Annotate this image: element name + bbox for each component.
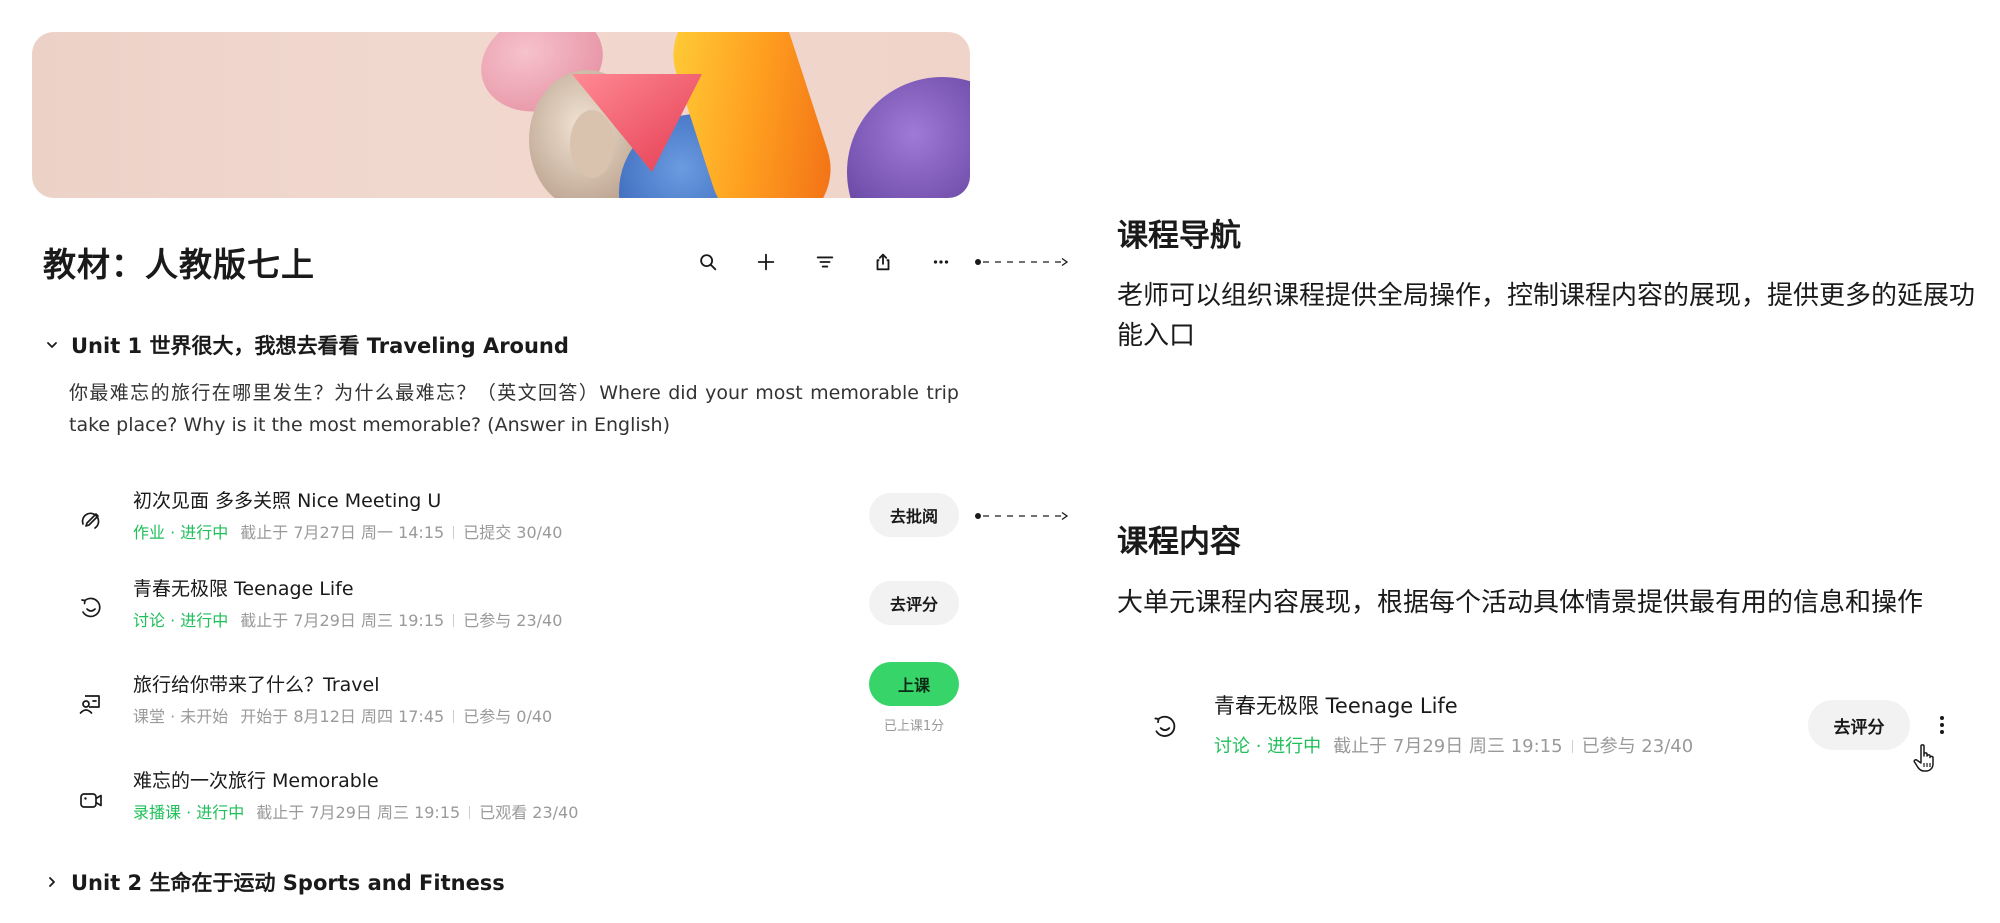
textbook-title: 教材：人教版七上 (43, 245, 315, 284)
discussion-icon (77, 594, 105, 622)
activity-deadline: 截止于 7月29日 周三 19:15 (256, 803, 461, 822)
filter-button[interactable] (807, 244, 843, 280)
activity-count: 已参与 23/40 (463, 611, 563, 630)
more-button[interactable] (923, 244, 959, 280)
activity-status: 录播课 · 进行中 (133, 803, 245, 822)
unit-1-description: 你最难忘的旅行在哪里发生？为什么最难忘？（英文回答）Where did your… (69, 382, 959, 436)
activity-name: 初次见面 多多关照 Nice Meeting U (133, 490, 442, 512)
activity-status: 课堂 · 未开始 (133, 707, 229, 726)
activity-count: 已参与 0/40 (463, 707, 553, 726)
meta-divider (1571, 740, 1573, 753)
unit-1-label: Unit 1 世界很大，我想去看看 Traveling Around (71, 334, 569, 358)
activity-status: 作业 · 进行中 (133, 523, 229, 542)
discussion-icon (1150, 712, 1180, 742)
plus-icon (757, 253, 775, 271)
dashed-arrow-icon (975, 257, 1069, 267)
share-button[interactable] (865, 244, 901, 280)
start-class-button[interactable]: 上课 (869, 662, 959, 706)
activity-meta: 讨论 · 进行中 截止于 7月29日 周三 19:15 已参与 23/40 (133, 607, 562, 631)
activity-name: 青春无极限 Teenage Life (133, 578, 354, 600)
meta-divider (453, 710, 455, 723)
share-icon (876, 253, 890, 271)
annotation-nav-title: 课程导航 (1117, 218, 1241, 254)
activity-row[interactable]: 初次见面 多多关照 Nice Meeting U 作业 · 进行中 截止于 7月2… (69, 486, 959, 556)
activity-meta: 讨论 · 进行中 截止于 7月29日 周三 19:15 已参与 23/40 (1214, 732, 1693, 758)
chevron-down-icon (43, 336, 61, 354)
annotation-pointer-nav (975, 257, 1071, 267)
meta-divider (453, 614, 455, 627)
grade-button[interactable]: 去评分 (1808, 700, 1910, 750)
annotation-content-title: 课程内容 (1117, 524, 1241, 560)
unit-1-header[interactable]: Unit 1 世界很大，我想去看看 Traveling Around (43, 330, 569, 360)
activity-row[interactable]: 旅行给你带来了什么？Travel 课堂 · 未开始 开始于 8月12日 周四 17… (69, 662, 959, 740)
search-button[interactable] (690, 244, 726, 280)
activity-name: 青春无极限 Teenage Life (1214, 694, 1458, 718)
activity-meta: 录播课 · 进行中 截止于 7月29日 周三 19:15 已观看 23/40 (133, 799, 578, 823)
annotation-content-description: 大单元课程内容展现，根据每个活动具体情景提供最有用的信息和操作 (1117, 588, 1924, 618)
activity-status: 讨论 · 进行中 (1214, 736, 1322, 757)
example-activity-row[interactable]: 青春无极限 Teenage Life 讨论 · 进行中 截止于 7月29日 周三 … (1150, 690, 1990, 772)
activity-meta: 课堂 · 未开始 开始于 8月12日 周四 17:45 已参与 0/40 (133, 703, 552, 727)
homework-icon (77, 506, 105, 534)
activity-meta: 作业 · 进行中 截止于 7月27日 周一 14:15 已提交 30/40 (133, 519, 562, 543)
activity-row[interactable]: 难忘的一次旅行 Memorable 录播课 · 进行中 截止于 7月29日 周三 … (69, 766, 959, 836)
class-duration-label: 已上课1分 (883, 719, 945, 734)
vertical-more-icon[interactable] (1930, 712, 1954, 738)
review-button[interactable]: 去批阅 (869, 493, 959, 537)
chevron-right-icon (43, 873, 61, 891)
activity-start-time: 开始于 8月12日 周四 17:45 (240, 707, 445, 726)
activity-count: 已参与 23/40 (1581, 736, 1694, 757)
activity-name: 难忘的一次旅行 Memorable (133, 770, 379, 792)
activity-count: 已观看 23/40 (479, 803, 579, 822)
filter-icon (816, 256, 834, 268)
activity-deadline: 截止于 7月27日 周一 14:15 (240, 523, 445, 542)
annotation-pointer-content (975, 511, 1071, 521)
activity-count: 已提交 30/40 (463, 523, 563, 542)
activity-deadline: 截止于 7月29日 周三 19:15 (1333, 736, 1563, 757)
annotation-nav-description: 老师可以组织课程提供全局操作，控制课程内容的展现，提供更多的延展功能入口 (1117, 281, 1976, 351)
meta-divider (453, 526, 455, 539)
course-banner (32, 32, 970, 198)
video-icon (77, 786, 105, 814)
hand-cursor-icon (1913, 744, 1934, 772)
activity-row[interactable]: 青春无极限 Teenage Life 讨论 · 进行中 截止于 7月29日 周三 … (69, 574, 959, 644)
activity-deadline: 截止于 7月29日 周三 19:15 (240, 611, 445, 630)
add-button[interactable] (748, 244, 784, 280)
dashed-arrow-icon (975, 511, 1069, 521)
unit-2-label: Unit 2 生命在于运动 Sports and Fitness (71, 871, 505, 895)
more-icon (933, 260, 949, 264)
unit-2-header[interactable]: Unit 2 生命在于运动 Sports and Fitness (43, 867, 505, 897)
grade-button[interactable]: 去评分 (869, 581, 959, 625)
banner-illustration (481, 32, 970, 198)
activity-status: 讨论 · 进行中 (133, 611, 229, 630)
meta-divider (469, 806, 471, 819)
search-icon (700, 254, 717, 271)
activity-name: 旅行给你带来了什么？Travel (133, 674, 380, 696)
classroom-icon (77, 690, 105, 718)
